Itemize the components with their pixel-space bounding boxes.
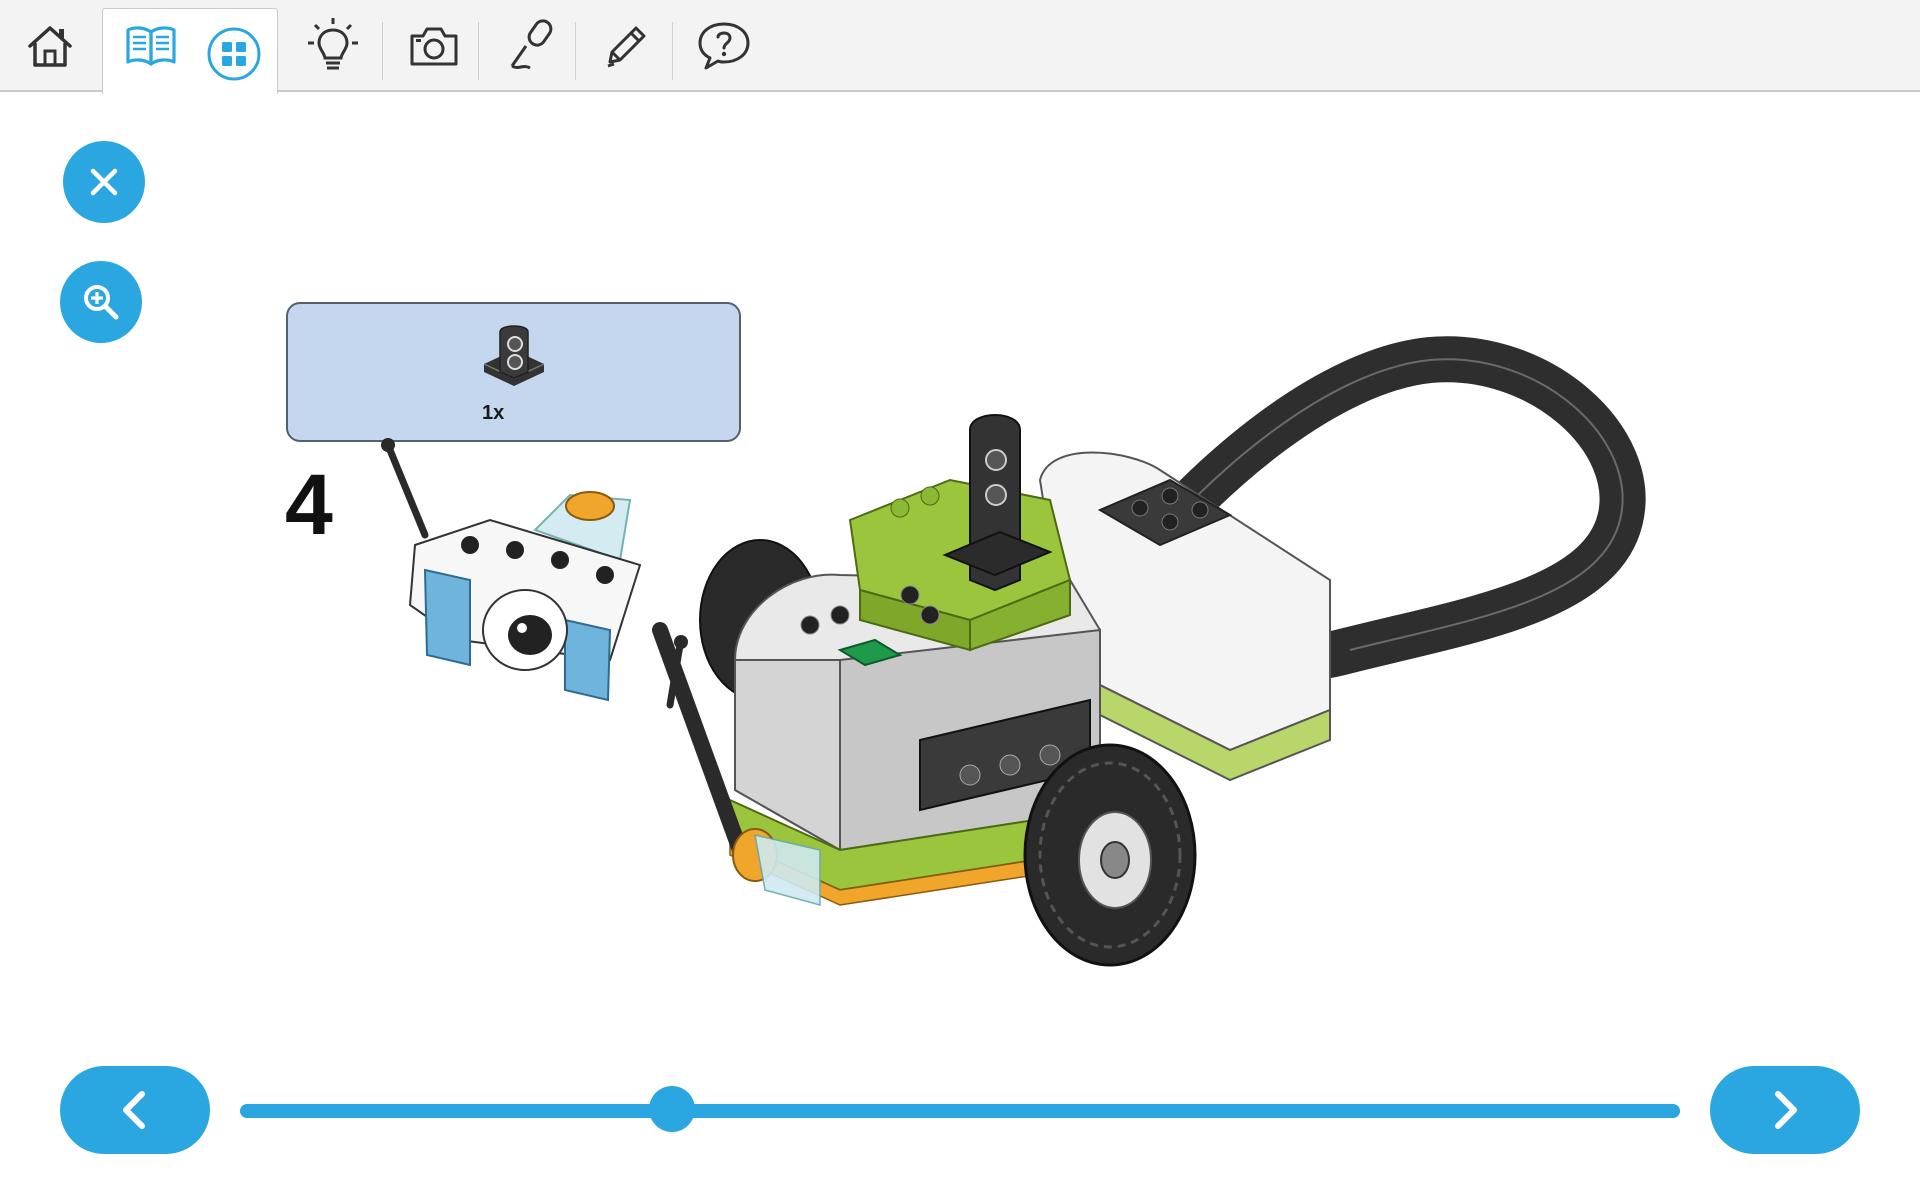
close-button[interactable] bbox=[63, 141, 145, 223]
chevron-left-icon bbox=[123, 1091, 145, 1129]
record-audio-button[interactable] bbox=[488, 0, 572, 92]
pencil-icon bbox=[607, 26, 646, 68]
step-number: 4 bbox=[285, 457, 333, 553]
build-model-illustration bbox=[381, 336, 1646, 967]
ideas-button[interactable] bbox=[290, 0, 376, 92]
toolbar-separator bbox=[672, 22, 673, 80]
chevron-right-icon bbox=[1775, 1091, 1797, 1129]
zoom-in-button[interactable] bbox=[60, 261, 142, 343]
grid-icon bbox=[207, 27, 261, 81]
toolbar-separator bbox=[382, 22, 383, 80]
step-progress-thumb[interactable] bbox=[649, 1086, 695, 1132]
instructions-tab-button[interactable] bbox=[118, 0, 184, 92]
step-progress-track[interactable] bbox=[240, 1104, 1680, 1118]
previous-step-button[interactable] bbox=[60, 1066, 210, 1154]
help-button[interactable] bbox=[682, 0, 766, 92]
edit-button[interactable] bbox=[584, 0, 668, 92]
close-icon bbox=[90, 168, 118, 196]
home-icon bbox=[28, 26, 72, 67]
book-icon bbox=[126, 26, 176, 66]
zoom-in-icon bbox=[84, 285, 119, 320]
lightbulb-icon bbox=[308, 18, 358, 70]
microphone-icon bbox=[510, 19, 553, 70]
toolbar-separator bbox=[575, 22, 576, 80]
top-toolbar bbox=[0, 0, 1920, 94]
toolbar-separator bbox=[478, 22, 479, 80]
home-button[interactable] bbox=[10, 0, 90, 92]
help-bubble-icon bbox=[698, 22, 750, 70]
camera-icon bbox=[410, 27, 458, 66]
gallery-grid-button[interactable] bbox=[202, 22, 266, 86]
next-step-button[interactable] bbox=[1710, 1066, 1860, 1154]
camera-button[interactable] bbox=[392, 0, 476, 92]
